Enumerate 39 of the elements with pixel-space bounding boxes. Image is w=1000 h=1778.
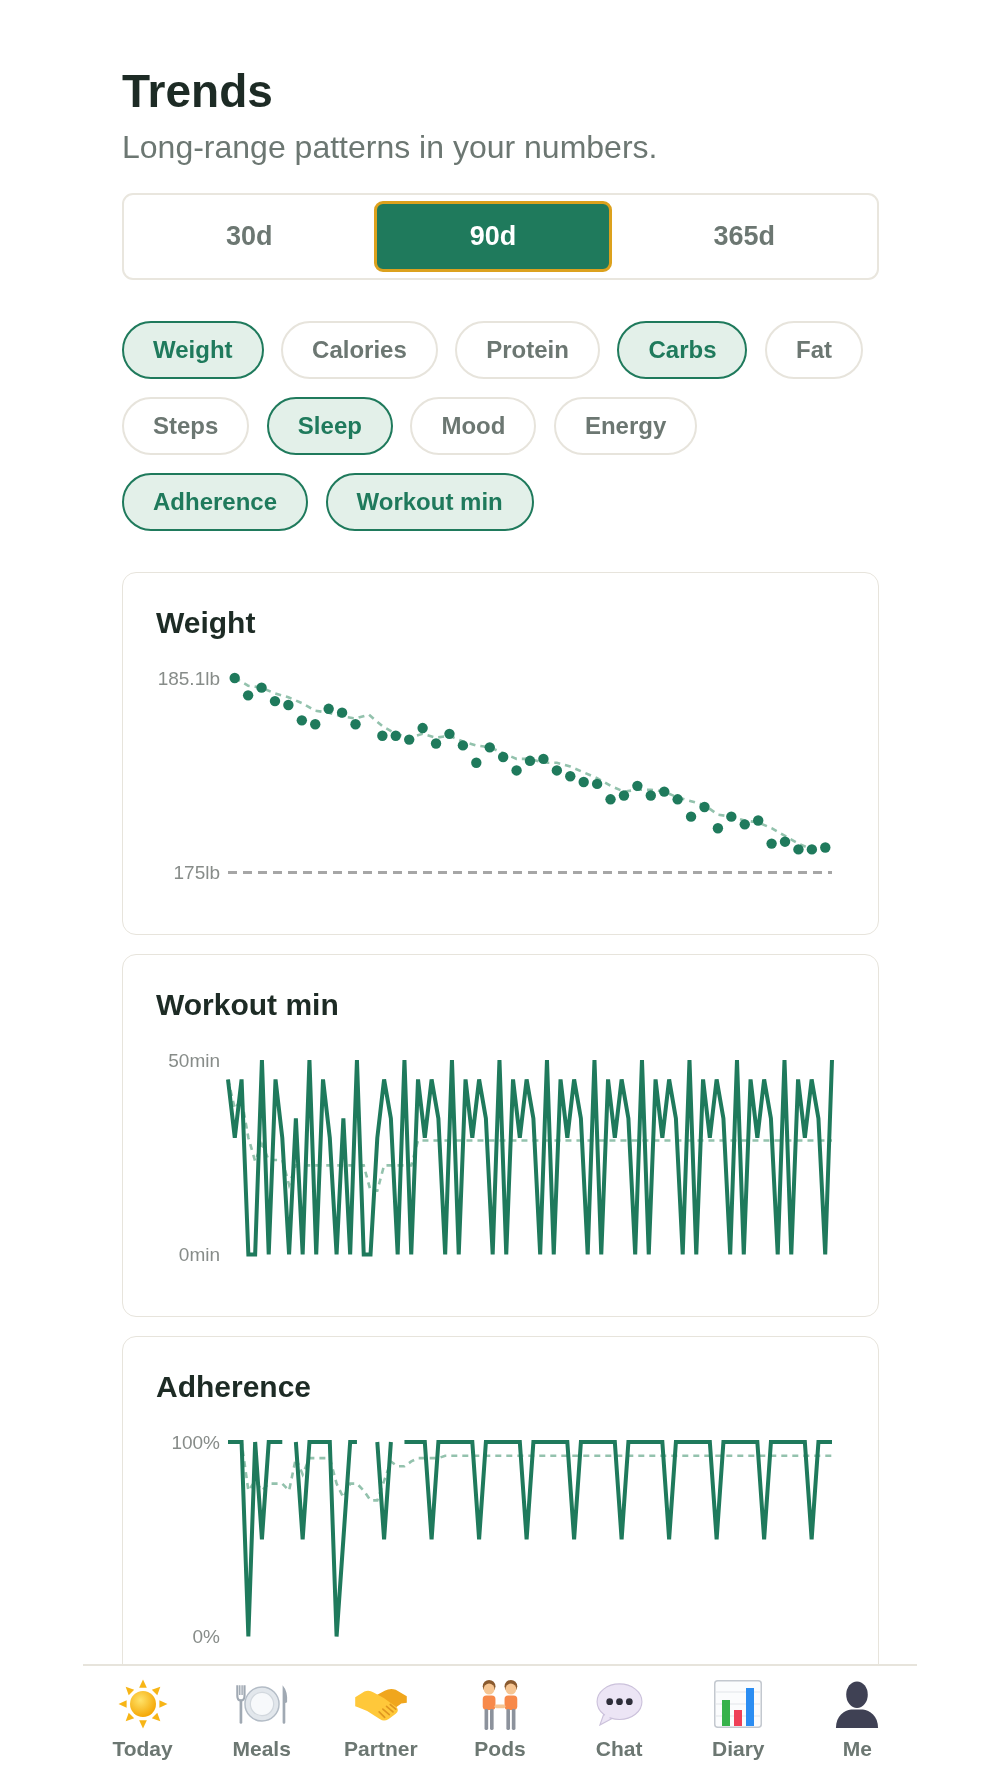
- metric-chip[interactable]: Steps: [122, 397, 250, 455]
- metric-chip[interactable]: Weight: [122, 321, 264, 379]
- nav-tab[interactable]: Pods: [440, 1666, 560, 1778]
- metric-chip[interactable]: Fat: [765, 321, 863, 379]
- speech-bubble-icon: [595, 1682, 643, 1726]
- period-tab[interactable]: 365d: [617, 201, 871, 272]
- chart-title: Workout min: [156, 987, 340, 1023]
- nav-tab[interactable]: Meals: [202, 1666, 322, 1778]
- two-people-icon: [480, 1678, 520, 1730]
- metric-chip[interactable]: Calories: [281, 321, 438, 379]
- period-tab[interactable]: 90d: [373, 201, 613, 272]
- metric-chip[interactable]: Protein: [455, 321, 600, 379]
- plate-icon: [235, 1684, 288, 1724]
- chart-title: Weight: [156, 605, 257, 641]
- axis-label: 100%: [171, 1431, 220, 1453]
- chart-title: Adherence: [156, 1369, 313, 1405]
- axis-label: 0%: [192, 1626, 220, 1648]
- metric-chip[interactable]: Sleep: [266, 397, 393, 455]
- axis-label: 50min: [168, 1049, 220, 1071]
- axis-label: 185.1lb: [157, 667, 220, 689]
- person-icon: [835, 1680, 880, 1728]
- bar-chart-icon: [714, 1680, 763, 1728]
- sun-icon: [117, 1679, 168, 1729]
- nav-tab[interactable]: Today: [83, 1666, 203, 1778]
- nav-tab[interactable]: Partner: [321, 1666, 441, 1778]
- handshake-icon: [354, 1686, 407, 1722]
- metric-chip[interactable]: Mood: [410, 397, 537, 455]
- metric-chip[interactable]: Adherence: [122, 473, 309, 531]
- nav-tab[interactable]: Diary: [678, 1666, 798, 1778]
- nav-tab[interactable]: Chat: [559, 1666, 679, 1778]
- metric-chip[interactable]: Carbs: [617, 321, 748, 379]
- page-title: Trends: [122, 64, 274, 119]
- metric-chip[interactable]: Energy: [553, 397, 698, 455]
- period-tab[interactable]: 30d: [130, 201, 369, 272]
- page-subtitle: Long-range patterns in your numbers.: [122, 128, 659, 167]
- nav-tab[interactable]: Me: [797, 1666, 917, 1778]
- axis-label: 175lb: [173, 862, 220, 884]
- axis-label: 0min: [178, 1244, 220, 1266]
- metric-chip[interactable]: Workout min: [325, 473, 534, 531]
